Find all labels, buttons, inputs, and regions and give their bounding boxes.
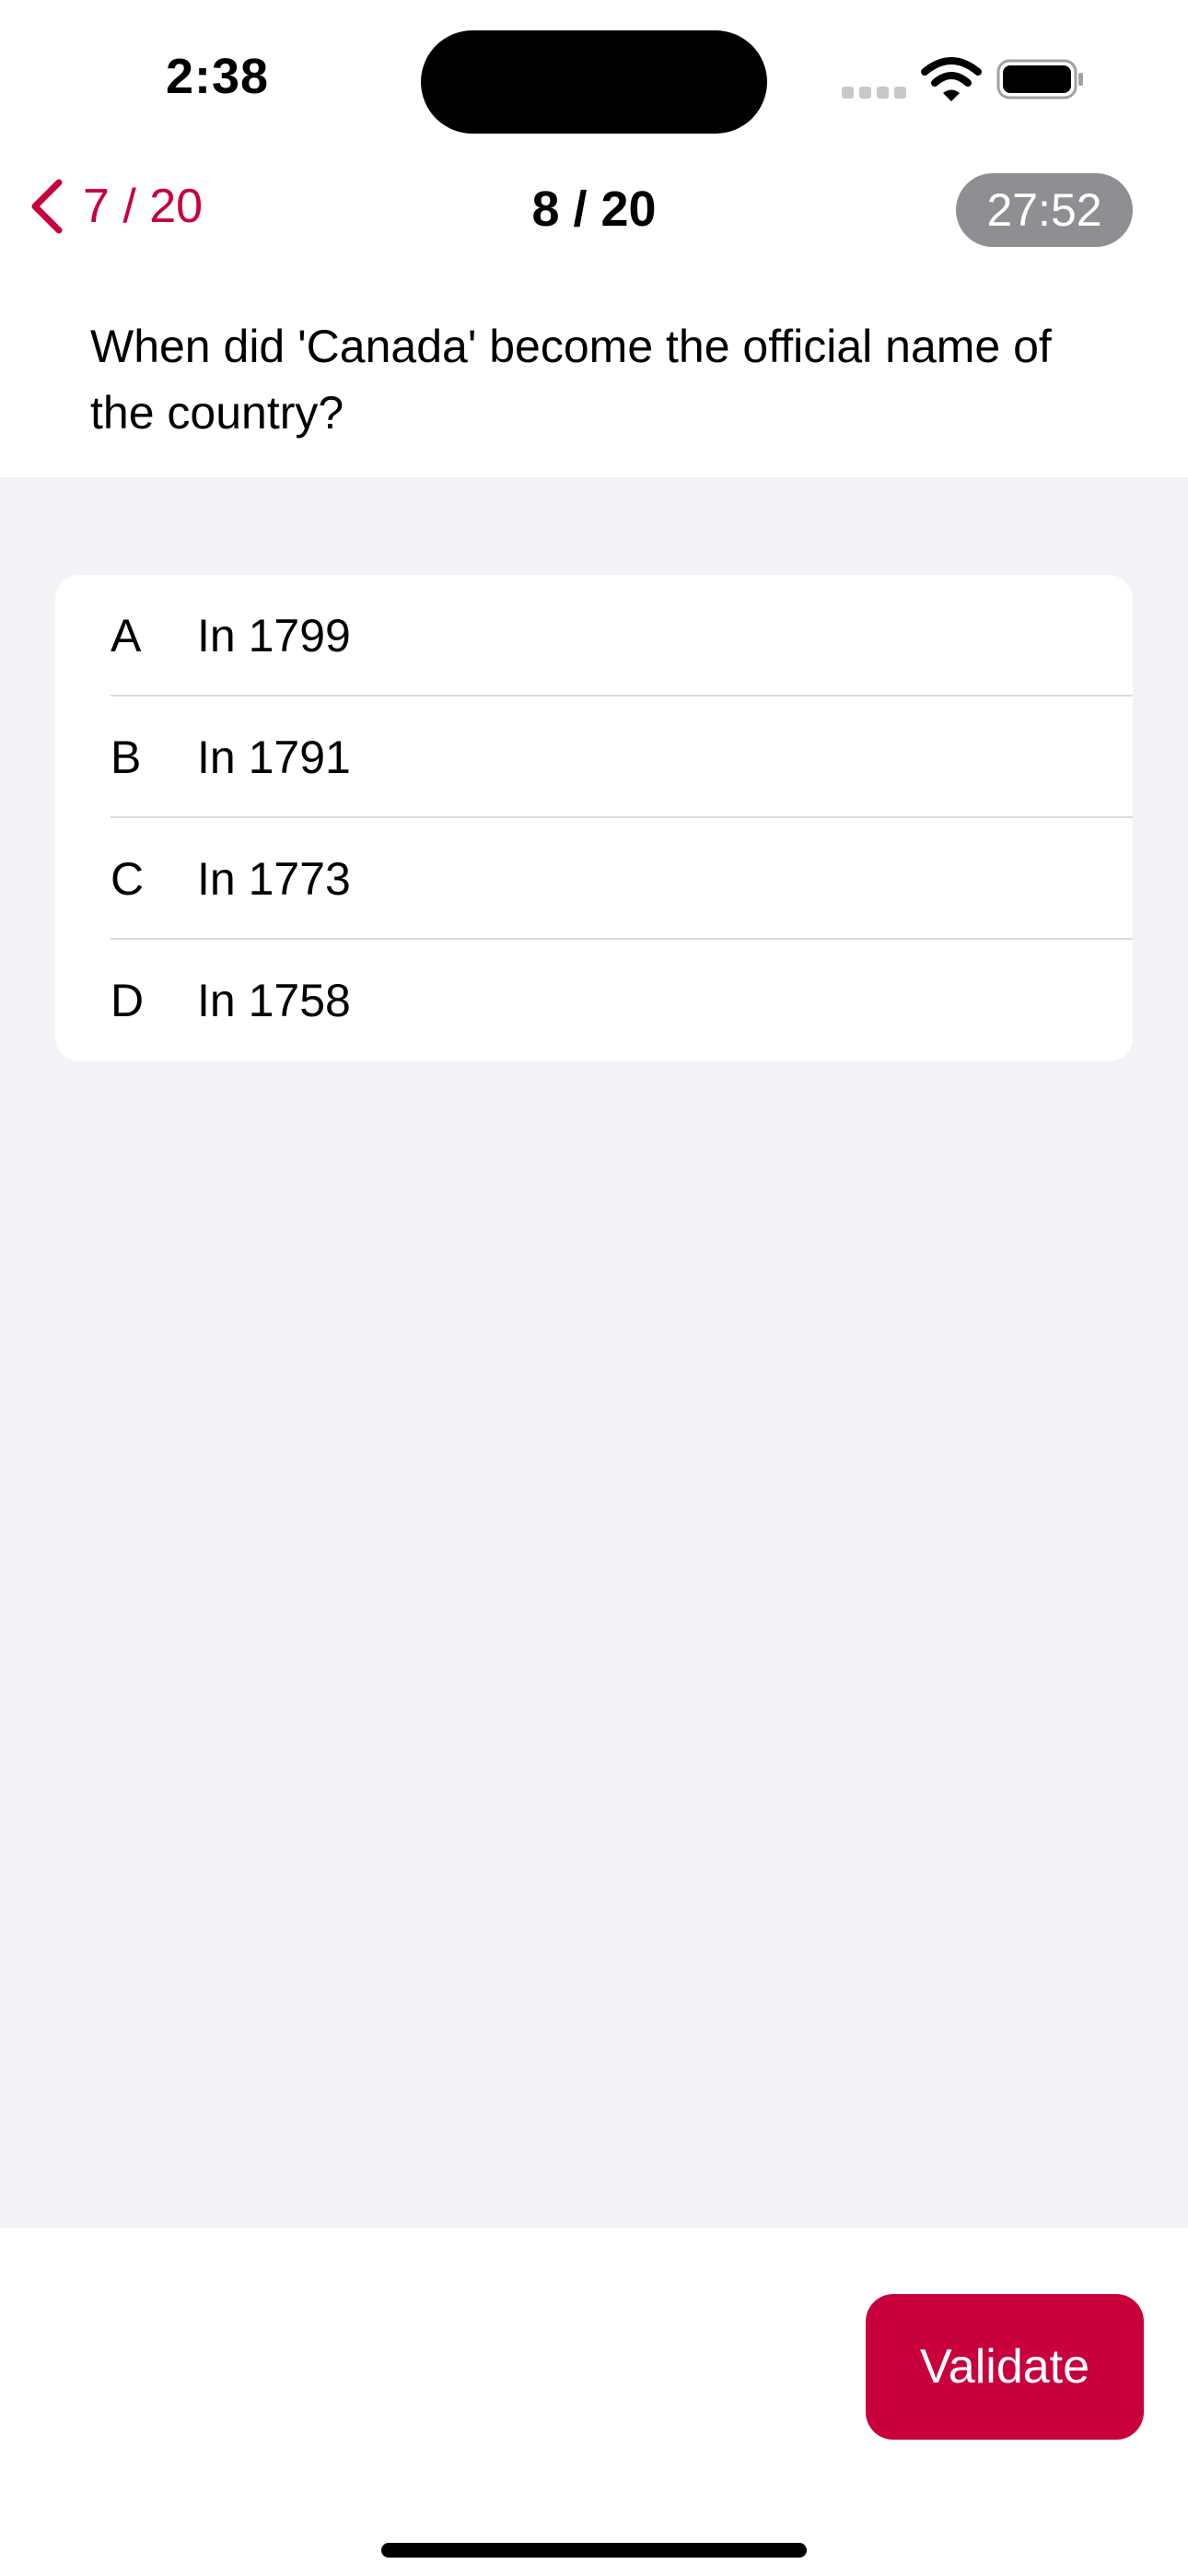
status-bar: 2:38 bbox=[0, 0, 1188, 147]
signal-icon bbox=[842, 87, 906, 100]
answer-letter: D bbox=[111, 975, 145, 1026]
answer-letter: B bbox=[111, 732, 142, 783]
answer-letter: C bbox=[111, 853, 145, 905]
wifi-icon bbox=[921, 57, 982, 101]
quiz-screen: 2:38 7 / 20 8 / 20 27:52 When did 'Canad… bbox=[0, 0, 1188, 2576]
validate-button[interactable]: Validate bbox=[866, 2294, 1144, 2440]
battery-icon bbox=[996, 59, 1083, 100]
bottom-bar: Validate bbox=[0, 2228, 1188, 2576]
status-time: 2:38 bbox=[166, 49, 270, 104]
question-text: When did 'Canada' become the official na… bbox=[90, 321, 1052, 439]
answer-text: In 1773 bbox=[197, 853, 351, 905]
answer-option-a[interactable]: A In 1799 bbox=[55, 575, 1133, 697]
dynamic-island bbox=[421, 30, 767, 134]
answer-option-c[interactable]: C In 1773 bbox=[55, 818, 1133, 940]
timer-badge: 27:52 bbox=[956, 173, 1133, 247]
answer-option-b[interactable]: B In 1791 bbox=[55, 697, 1133, 818]
navigation-bar: 7 / 20 8 / 20 27:52 bbox=[0, 147, 1188, 276]
answer-text: In 1791 bbox=[197, 732, 351, 783]
answer-text: In 1758 bbox=[197, 975, 351, 1026]
answers-list: A In 1799 B In 1791 C In 1773 D In 1758 bbox=[55, 575, 1133, 1061]
answer-option-d[interactable]: D In 1758 bbox=[55, 940, 1133, 1061]
answer-letter: A bbox=[111, 610, 142, 662]
question-area: When did 'Canada' become the official na… bbox=[0, 276, 1188, 477]
home-indicator[interactable] bbox=[381, 2543, 807, 2558]
answer-text: In 1799 bbox=[197, 610, 351, 662]
